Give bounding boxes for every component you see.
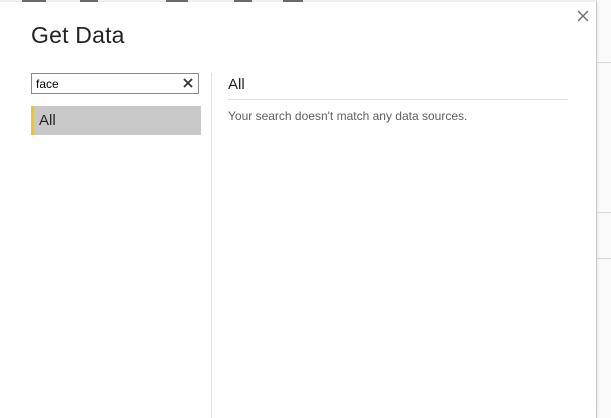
pane-divider bbox=[211, 73, 212, 418]
screen: Get Data All All Your search doesn't mat… bbox=[0, 0, 611, 418]
clear-search-icon bbox=[183, 78, 193, 88]
dialog-title: Get Data bbox=[31, 22, 125, 48]
close-icon bbox=[577, 10, 589, 22]
search-input[interactable] bbox=[36, 75, 176, 92]
results-section-divider bbox=[228, 99, 568, 100]
no-results-message: Your search doesn't match any data sourc… bbox=[228, 109, 468, 123]
background-app-edge bbox=[596, 0, 611, 418]
category-item-all[interactable]: All bbox=[31, 106, 201, 135]
results-section-title: All bbox=[228, 76, 245, 93]
clear-search-button[interactable] bbox=[181, 76, 195, 90]
search-box[interactable] bbox=[31, 73, 199, 94]
category-list: All bbox=[31, 106, 201, 135]
category-label: All bbox=[39, 112, 56, 129]
get-data-dialog: Get Data All All Your search doesn't mat… bbox=[0, 2, 597, 418]
close-button[interactable] bbox=[572, 5, 594, 27]
